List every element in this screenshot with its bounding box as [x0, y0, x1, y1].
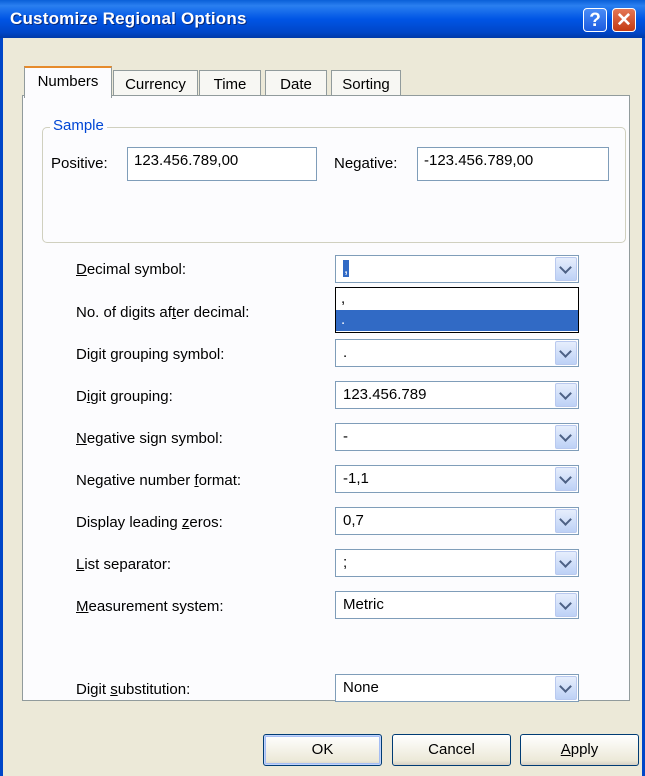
apply-button[interactable]: Apply	[520, 734, 639, 766]
positive-label: Positive:	[51, 155, 108, 172]
digit-grouping-label: Digit grouping:	[76, 388, 173, 405]
help-icon: ?	[589, 10, 601, 31]
negative-sample-value: -123.456.789,00	[424, 152, 534, 169]
cancel-button[interactable]: Cancel	[392, 734, 511, 766]
apply-label: pply	[570, 741, 599, 758]
tab-label: Date	[280, 76, 312, 93]
help-button[interactable]: ?	[583, 8, 607, 32]
chevron-down-icon[interactable]	[555, 676, 577, 700]
apply-accelerator: A	[560, 741, 571, 758]
display-leading-zeros-label: Display leading zeros:	[76, 514, 223, 531]
measurement-system-combo[interactable]: Metric	[335, 591, 579, 619]
positive-sample-field[interactable]: 123.456.789,00	[127, 147, 317, 181]
positive-sample-value: 123.456.789,00	[134, 152, 239, 169]
chevron-down-icon[interactable]	[555, 593, 577, 617]
tab-sorting[interactable]: Sorting	[331, 70, 401, 98]
combo-value: -	[343, 428, 348, 445]
combo-value: None	[343, 679, 379, 696]
dropdown-option-comma[interactable]: ,	[336, 289, 578, 310]
decimal-symbol-dropdown-list[interactable]: , .	[335, 287, 579, 333]
combo-value: 0,7	[343, 512, 364, 529]
close-icon: ✕	[616, 10, 632, 31]
sample-groupbox	[42, 127, 626, 243]
tab-numbers[interactable]: Numbers	[24, 66, 112, 98]
chevron-down-icon[interactable]	[555, 551, 577, 575]
chevron-down-icon[interactable]	[555, 425, 577, 449]
tab-date[interactable]: Date	[265, 70, 327, 98]
window-title: Customize Regional Options	[10, 9, 247, 28]
measurement-system-label: Measurement system:	[76, 598, 224, 615]
combo-value: ;	[343, 554, 348, 571]
tab-label: Time	[213, 76, 247, 93]
chevron-down-icon[interactable]	[555, 257, 577, 281]
list-separator-label: List separator:	[76, 556, 172, 573]
digit-substitution-label: Digit substitution:	[76, 681, 191, 698]
tab-label: Sorting	[342, 76, 390, 93]
chevron-down-icon[interactable]	[555, 467, 577, 491]
list-separator-combo[interactable]: ;	[335, 549, 579, 577]
negative-sign-symbol-label: Negative sign symbol:	[76, 430, 223, 447]
close-button[interactable]: ✕	[612, 8, 636, 32]
tab-time[interactable]: Time	[199, 70, 261, 98]
digit-grouping-combo[interactable]: 123.456.789	[335, 381, 579, 409]
chevron-down-icon[interactable]	[555, 509, 577, 533]
digit-grouping-symbol-combo[interactable]: .	[335, 339, 579, 367]
negative-number-format-label: Negative number format:	[76, 472, 242, 489]
negative-number-format-combo[interactable]: -1,1	[335, 465, 579, 493]
sample-group-label: Sample	[50, 117, 107, 134]
tab-label: Numbers	[37, 73, 99, 90]
chevron-down-icon[interactable]	[555, 383, 577, 407]
combo-value: .	[343, 344, 348, 361]
title-bar[interactable]: Customize Regional Options ? ✕	[0, 0, 645, 38]
digit-grouping-symbol-label: Digit grouping symbol:	[76, 346, 225, 363]
combo-value: ,	[343, 260, 350, 277]
combo-value: 123.456.789	[343, 386, 427, 403]
tab-label: Currency	[125, 76, 186, 93]
negative-sign-symbol-combo[interactable]: -	[335, 423, 579, 451]
combo-value: -1,1	[343, 470, 369, 487]
combo-value: Metric	[343, 596, 384, 613]
negative-label: Negative:	[334, 155, 398, 172]
digits-after-decimal-label: No. of digits after decimal:	[76, 304, 250, 321]
tab-currency[interactable]: Currency	[113, 70, 198, 98]
display-leading-zeros-combo[interactable]: 0,7	[335, 507, 579, 535]
chevron-down-icon[interactable]	[555, 341, 577, 365]
digit-substitution-combo[interactable]: None	[335, 674, 579, 702]
decimal-symbol-combo[interactable]: ,	[335, 255, 579, 283]
ok-button[interactable]: OK	[263, 734, 382, 766]
dropdown-option-period[interactable]: .	[336, 310, 578, 331]
negative-sample-field[interactable]: -123.456.789,00	[417, 147, 609, 181]
decimal-symbol-label: Decimal symbol:	[76, 261, 187, 278]
